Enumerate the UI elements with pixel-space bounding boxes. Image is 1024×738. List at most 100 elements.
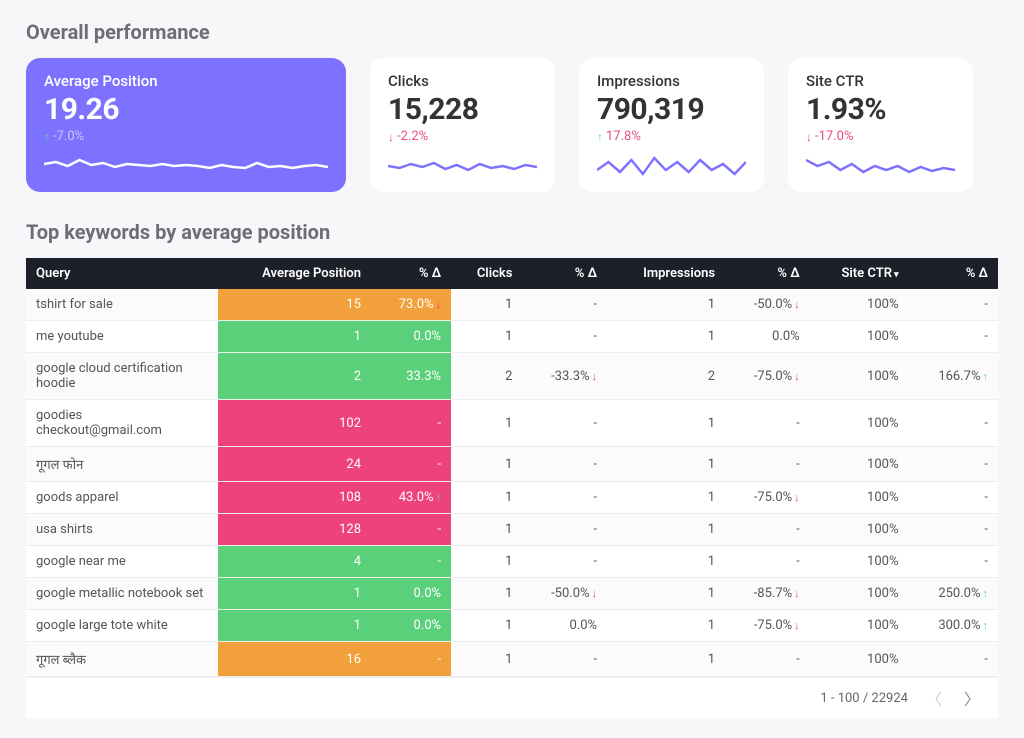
table-row[interactable]: google large tote white10.0%10.0%1-75.0%…	[26, 610, 998, 642]
cell-ctr: 100%	[810, 400, 909, 447]
arrow-down-icon: ↓	[794, 587, 800, 600]
cell-impressions: 1	[607, 482, 725, 514]
cell: -	[522, 546, 607, 578]
pager-next[interactable]: 〉	[960, 686, 984, 710]
cell-position: 128	[218, 514, 371, 546]
cell-query: goods apparel	[26, 482, 218, 514]
metric-label: Impressions	[597, 72, 746, 90]
cell-ctr: 100%	[810, 353, 909, 400]
cell-query: google large tote white	[26, 610, 218, 642]
cell-ctr: 100%	[810, 447, 909, 482]
cell-position-delta: 0.0%	[371, 321, 451, 353]
cell-position-delta: -	[371, 642, 451, 677]
cell: -	[522, 482, 607, 514]
col-header[interactable]: Site CTR▾	[810, 258, 909, 289]
col-header[interactable]: Query	[26, 258, 218, 289]
metric-card-impressions[interactable]: Impressions790,319↑17.8%	[579, 58, 764, 192]
cell-query: google metallic notebook set	[26, 578, 218, 610]
col-header[interactable]: Average Position	[218, 258, 371, 289]
metric-value: 19.26	[44, 92, 328, 127]
cell: -	[522, 447, 607, 482]
cell: -	[909, 482, 999, 514]
metric-label: Clicks	[388, 72, 537, 90]
cell-query: google cloud certification hoodie	[26, 353, 218, 400]
table-row[interactable]: me youtube10.0%1-10.0%100%-	[26, 321, 998, 353]
overall-performance-title: Overall performance	[26, 20, 998, 44]
table-row[interactable]: गूगल फोन24-1-1-100%-	[26, 447, 998, 482]
cell-query: tshirt for sale	[26, 289, 218, 321]
cell: 300.0%↑	[909, 610, 999, 642]
table-row[interactable]: goods apparel10843.0%↑1-1-75.0%↓100%-	[26, 482, 998, 514]
cell-position-delta: 43.0%↑	[371, 482, 451, 514]
cell-ctr: 100%	[810, 514, 909, 546]
cell: 0.0%	[725, 321, 810, 353]
cell: -50.0%↓	[725, 289, 810, 321]
metric-value: 790,319	[597, 92, 746, 127]
pager-range: 1 - 100 / 22924	[820, 691, 908, 706]
cell-clicks: 1	[451, 546, 522, 578]
metric-delta: ↓-17.0%	[806, 129, 955, 144]
cell: -	[522, 400, 607, 447]
col-header[interactable]: % Δ	[371, 258, 451, 289]
cell-impressions: 1	[607, 400, 725, 447]
col-header[interactable]: % Δ	[725, 258, 810, 289]
table-row[interactable]: गूगल ब्लैक16-1-1-100%-	[26, 642, 998, 677]
cell-clicks: 1	[451, 514, 522, 546]
sparkline	[597, 152, 746, 178]
cell-position-delta: 0.0%	[371, 610, 451, 642]
table-row[interactable]: usa shirts128-1-1-100%-	[26, 514, 998, 546]
sparkline	[806, 152, 955, 178]
cell: -	[522, 321, 607, 353]
sparkline	[44, 152, 328, 178]
cell-query: गूगल ब्लैक	[26, 642, 218, 677]
metric-card-avg_position[interactable]: Average Position19.26↑-7.0%	[26, 58, 346, 192]
col-header[interactable]: Clicks	[451, 258, 522, 289]
cell-clicks: 1	[451, 289, 522, 321]
cell: -	[522, 642, 607, 677]
cell-impressions: 1	[607, 321, 725, 353]
table-row[interactable]: google cloud certification hoodie233.3%2…	[26, 353, 998, 400]
table-row[interactable]: tshirt for sale1573.0%↓1-1-50.0%↓100%-	[26, 289, 998, 321]
col-header[interactable]: % Δ	[522, 258, 607, 289]
cell-position-delta: -	[371, 400, 451, 447]
keywords-table: QueryAverage Position% ΔClicks% ΔImpress…	[26, 258, 998, 677]
table-row[interactable]: google metallic notebook set10.0%1-50.0%…	[26, 578, 998, 610]
cell-clicks: 1	[451, 447, 522, 482]
table-header-row: QueryAverage Position% ΔClicks% ΔImpress…	[26, 258, 998, 289]
metric-card-clicks[interactable]: Clicks15,228↓-2.2%	[370, 58, 555, 192]
cell-clicks: 2	[451, 353, 522, 400]
cell-ctr: 100%	[810, 321, 909, 353]
cell: -75.0%↓	[725, 610, 810, 642]
cell: 0.0%	[522, 610, 607, 642]
cell: -	[725, 546, 810, 578]
col-header[interactable]: Impressions	[607, 258, 725, 289]
arrow-down-icon: ↓	[794, 619, 800, 632]
cell: -	[725, 514, 810, 546]
cell-ctr: 100%	[810, 546, 909, 578]
arrow-down-icon: ↓	[592, 587, 598, 600]
cell-position: 15	[218, 289, 371, 321]
cell-query: google near me	[26, 546, 218, 578]
cell-query: गूगल फोन	[26, 447, 218, 482]
col-header[interactable]: % Δ	[909, 258, 999, 289]
metric-delta: ↓-2.2%	[388, 129, 537, 144]
arrow-up-icon: ↑	[983, 619, 989, 632]
arrow-up-icon: ↑	[436, 491, 442, 504]
cell-position-delta: -	[371, 447, 451, 482]
cell-position: 1	[218, 578, 371, 610]
cell-impressions: 1	[607, 514, 725, 546]
table-row[interactable]: google near me4-1-1-100%-	[26, 546, 998, 578]
cell: -	[909, 321, 999, 353]
cell-position: 108	[218, 482, 371, 514]
cell: -	[725, 642, 810, 677]
metric-card-site_ctr[interactable]: Site CTR1.93%↓-17.0%	[788, 58, 973, 192]
cell: 250.0%↑	[909, 578, 999, 610]
cell-position: 1	[218, 321, 371, 353]
cell-position: 24	[218, 447, 371, 482]
cell-ctr: 100%	[810, 578, 909, 610]
pager-prev[interactable]: 〈	[922, 686, 946, 710]
table-row[interactable]: goodies checkout@gmail.com102-1-1-100%-	[26, 400, 998, 447]
arrow-down-icon: ↓	[794, 370, 800, 383]
cell-impressions: 2	[607, 353, 725, 400]
cell-impressions: 1	[607, 642, 725, 677]
